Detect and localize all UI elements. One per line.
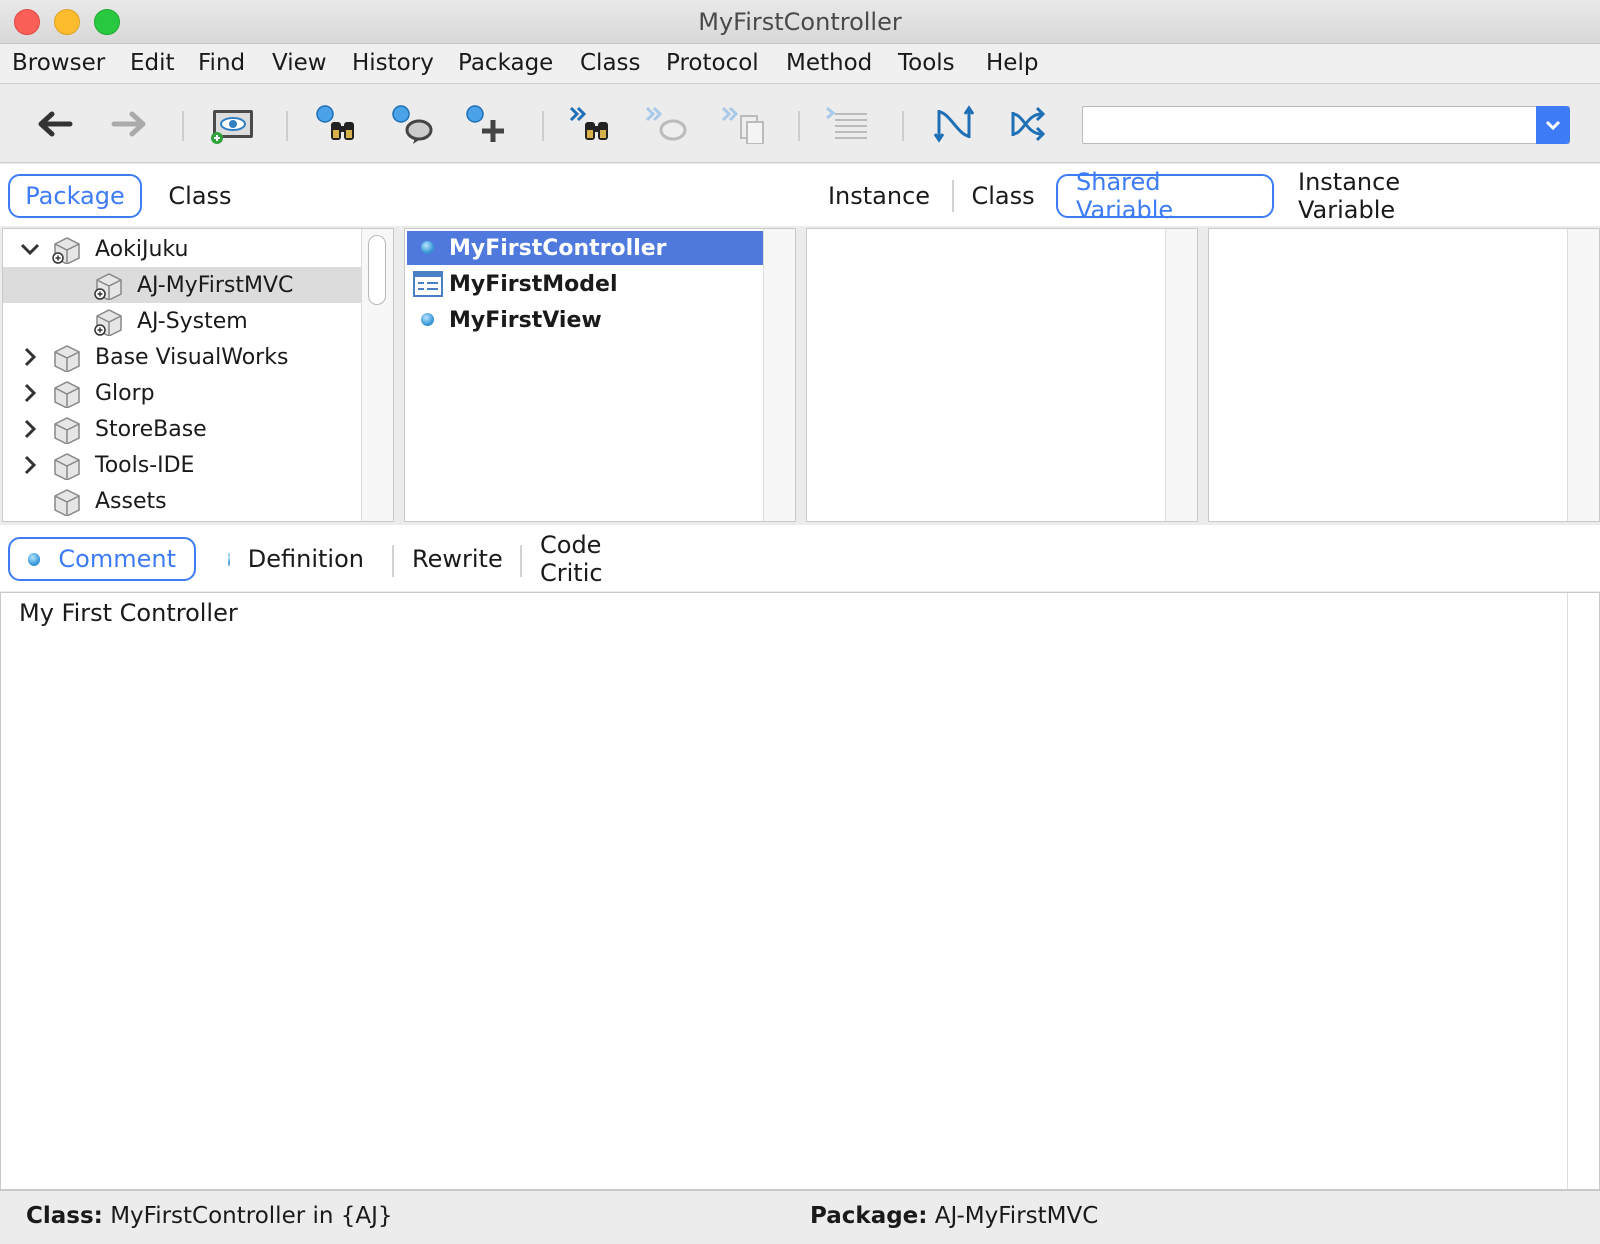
method-list bbox=[1208, 228, 1600, 522]
menu-class[interactable]: Class bbox=[580, 50, 641, 76]
class-icon bbox=[421, 241, 434, 254]
chevron-down-icon[interactable] bbox=[19, 238, 41, 260]
tab-shared-variable[interactable]: Shared Variable bbox=[1056, 168, 1274, 224]
lines-icon[interactable] bbox=[822, 99, 874, 149]
tab-comment[interactable]: Comment bbox=[8, 537, 196, 581]
class-icon bbox=[421, 313, 434, 326]
menu-package[interactable]: Package bbox=[458, 50, 553, 76]
package-scrollbar[interactable] bbox=[361, 229, 393, 521]
class-scrollbar[interactable] bbox=[763, 229, 795, 521]
visual-eye-icon[interactable] bbox=[206, 99, 258, 149]
menu-edit[interactable]: Edit bbox=[130, 50, 175, 76]
back-arrow-icon[interactable] bbox=[28, 99, 80, 149]
menu-browser[interactable]: Browser bbox=[12, 50, 105, 76]
package-row[interactable]: StoreBase bbox=[3, 411, 393, 447]
chevron-down-icon bbox=[1545, 120, 1561, 131]
toolbar-separator bbox=[182, 111, 184, 141]
class-row-selected[interactable]: MyFirstController bbox=[407, 231, 763, 265]
forward-arrow-icon[interactable] bbox=[104, 99, 156, 149]
status-class-value: MyFirstController in {AJ} bbox=[110, 1203, 393, 1229]
chevron-right-icon[interactable] bbox=[19, 418, 41, 440]
tab-rewrite[interactable]: Rewrite bbox=[394, 537, 516, 581]
status-class: Class: MyFirstController in {AJ} bbox=[26, 1203, 393, 1229]
chevron-right-icon[interactable] bbox=[19, 454, 41, 476]
tab-package[interactable]: Package bbox=[8, 174, 142, 218]
class-list: MyFirstController MyFirstModel MyFirstVi… bbox=[404, 228, 796, 522]
package-row[interactable]: AJ-System bbox=[3, 303, 393, 339]
find-references-icon[interactable] bbox=[388, 99, 440, 149]
method-scrollbar[interactable] bbox=[1567, 229, 1599, 521]
tab-class-side[interactable]: Class bbox=[958, 174, 1048, 218]
menu-bar: Browser Edit Find View History Package C… bbox=[0, 44, 1600, 84]
window-title: MyFirstController bbox=[698, 8, 902, 36]
bundle-icon bbox=[54, 345, 80, 372]
chevron-right-icon[interactable] bbox=[19, 346, 41, 368]
code-editor[interactable]: My First Controller bbox=[0, 592, 1600, 1190]
sync-icon[interactable] bbox=[928, 99, 980, 149]
combo-dropdown-button[interactable] bbox=[1536, 106, 1570, 144]
tab-instance-variable[interactable]: Instance Variable bbox=[1280, 168, 1512, 224]
browser-tab-row: Package Class Instance Class Shared Vari… bbox=[0, 164, 1600, 226]
comment-icon bbox=[28, 552, 41, 566]
next-binoculars-icon[interactable] bbox=[566, 99, 618, 149]
model-icon bbox=[413, 271, 443, 297]
menu-help[interactable]: Help bbox=[986, 50, 1038, 76]
menu-tools[interactable]: Tools bbox=[898, 50, 955, 76]
status-package-value: AJ-MyFirstMVC bbox=[934, 1203, 1099, 1229]
menu-method[interactable]: Method bbox=[786, 50, 872, 76]
next-references-icon[interactable] bbox=[642, 99, 694, 149]
menu-protocol[interactable]: Protocol bbox=[666, 50, 759, 76]
code-tab-row: Comment Definition Rewrite Code Critic bbox=[0, 525, 1600, 591]
class-row[interactable]: MyFirstModel bbox=[407, 267, 793, 301]
package-row[interactable]: Base VisualWorks bbox=[3, 339, 393, 375]
menu-view[interactable]: View bbox=[272, 50, 327, 76]
chevron-right-icon[interactable] bbox=[19, 382, 41, 404]
bundle-icon bbox=[54, 417, 80, 444]
bundle-icon bbox=[54, 381, 80, 408]
next-copy-icon[interactable] bbox=[718, 99, 770, 149]
title-bar: MyFirstController bbox=[0, 0, 1600, 44]
toolbar-separator bbox=[798, 111, 800, 141]
definition-icon bbox=[228, 552, 230, 566]
status-class-label: Class: bbox=[26, 1203, 103, 1229]
editor-text: My First Controller bbox=[19, 599, 238, 627]
shuffle-icon[interactable] bbox=[1004, 99, 1056, 149]
protocol-list bbox=[806, 228, 1198, 522]
tab-code-critic[interactable]: Code Critic bbox=[522, 531, 682, 587]
toolbar-separator bbox=[286, 111, 288, 141]
tab-definition[interactable]: Definition bbox=[210, 537, 382, 581]
package-row[interactable]: AokiJuku bbox=[3, 231, 393, 267]
menu-history[interactable]: History bbox=[352, 50, 434, 76]
package-icon bbox=[94, 309, 122, 336]
package-row-selected[interactable]: AJ-MyFirstMVC bbox=[3, 267, 363, 303]
tab-class[interactable]: Class bbox=[150, 174, 250, 218]
package-icon bbox=[94, 273, 122, 300]
toolbar bbox=[0, 85, 1600, 163]
package-row[interactable]: Glorp bbox=[3, 375, 393, 411]
package-row[interactable]: Assets bbox=[3, 483, 393, 519]
package-icon bbox=[54, 489, 80, 516]
status-package-label: Package: bbox=[810, 1203, 928, 1229]
bundle-icon bbox=[54, 453, 80, 480]
search-combo[interactable] bbox=[1082, 106, 1570, 144]
scroll-thumb[interactable] bbox=[368, 235, 386, 305]
package-list: AokiJuku AJ-MyFirstMVC AJ-System Base Vi… bbox=[2, 228, 394, 522]
protocol-scrollbar[interactable] bbox=[1165, 229, 1197, 521]
status-package: Package: AJ-MyFirstMVC bbox=[810, 1203, 1098, 1229]
add-icon[interactable] bbox=[462, 99, 514, 149]
menu-find[interactable]: Find bbox=[198, 50, 245, 76]
package-row[interactable]: Tools-IDE bbox=[3, 447, 393, 483]
status-bar: Class: MyFirstController in {AJ} Package… bbox=[0, 1190, 1600, 1244]
package-icon bbox=[52, 237, 80, 264]
tab-separator bbox=[952, 180, 954, 212]
toolbar-separator bbox=[542, 111, 544, 141]
editor-scrollbar[interactable] bbox=[1567, 593, 1599, 1189]
class-row[interactable]: MyFirstView bbox=[407, 303, 793, 337]
toolbar-separator bbox=[902, 111, 904, 141]
find-binoculars-icon[interactable] bbox=[312, 99, 364, 149]
tab-instance[interactable]: Instance bbox=[812, 174, 946, 218]
